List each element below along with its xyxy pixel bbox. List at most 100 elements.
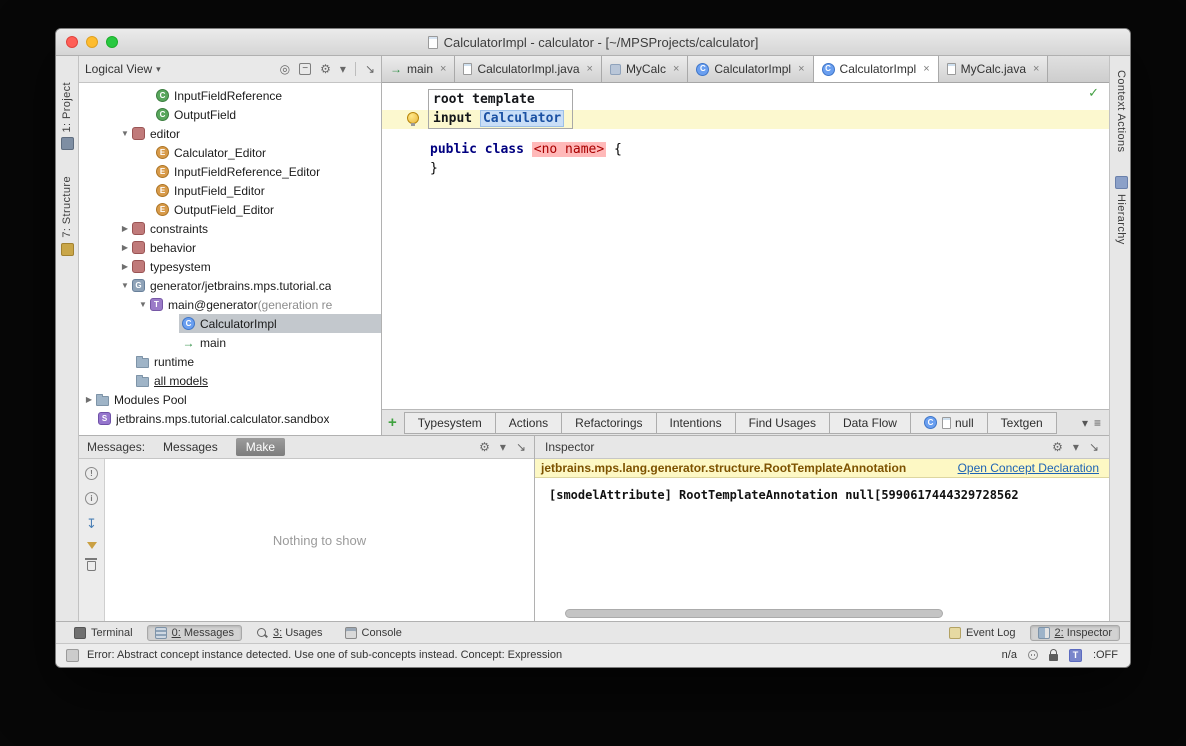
expand-arrow-icon[interactable]: ▼: [118, 129, 132, 138]
tree-item-calculator-editor[interactable]: ECalculator_Editor: [79, 143, 381, 162]
filter-icon[interactable]: [87, 542, 97, 549]
inspections-profile-icon[interactable]: [1028, 650, 1038, 660]
gear-dropdown-icon[interactable]: ▾: [340, 62, 346, 76]
tool-button-structure[interactable]: 7: Structure: [61, 176, 74, 256]
app-window: CalculatorImpl - calculator - [~/MPSProj…: [55, 28, 1131, 668]
open-concept-declaration-link[interactable]: Open Concept Declaration: [958, 461, 1103, 475]
tree-item-editor[interactable]: ▼editor: [79, 124, 381, 143]
close-tab-icon[interactable]: ×: [673, 63, 679, 75]
hide-panel-icon[interactable]: ↘: [365, 62, 375, 76]
toolwindow-inspector[interactable]: 2: Inspector: [1030, 625, 1121, 641]
aspect-strip-controls: ▾ ≡: [1078, 410, 1105, 435]
tree-item-typesystem[interactable]: ▶typesystem: [79, 257, 381, 276]
tree-item-sandbox[interactable]: Sjetbrains.mps.tutorial.calculator.sandb…: [79, 409, 381, 428]
expand-arrow-icon[interactable]: ▼: [118, 281, 132, 290]
add-aspect-icon[interactable]: +: [388, 415, 397, 430]
toolwindow-messages[interactable]: 0: Messages: [147, 625, 242, 641]
gear-icon[interactable]: ⚙: [320, 62, 331, 76]
collapse-all-icon[interactable]: −: [299, 63, 311, 75]
input-keyword[interactable]: input: [433, 111, 472, 126]
root-template-cell[interactable]: root template input Calculator: [428, 89, 573, 129]
editor-tab-main[interactable]: →main×: [382, 56, 455, 82]
aspect-tab-intentions[interactable]: Intentions: [656, 412, 736, 434]
gear-icon[interactable]: ⚙: [1052, 440, 1063, 454]
export-icon[interactable]: ↧: [86, 517, 97, 530]
tree-item-inputfieldreference-editor[interactable]: EInputFieldReference_Editor: [79, 162, 381, 181]
aspect-tab-textgen[interactable]: Textgen: [987, 412, 1057, 434]
view-selector-caret-icon[interactable]: ▾: [156, 64, 161, 75]
aspect-tab-find-usages[interactable]: Find Usages: [735, 412, 830, 434]
typesystem-badge[interactable]: T: [1069, 649, 1082, 662]
gear-icon[interactable]: ⚙: [479, 440, 490, 454]
write-lock-icon[interactable]: [1049, 654, 1058, 661]
tool-button-context-actions[interactable]: Context Actions: [1115, 70, 1127, 152]
tree-item-inputfield-editor[interactable]: EInputField_Editor: [79, 181, 381, 200]
tree-item-behavior[interactable]: ▶behavior: [79, 238, 381, 257]
code-editor[interactable]: root template input Calculator public cl…: [382, 83, 1109, 409]
class-icon: C: [182, 317, 195, 330]
root-template-keyword[interactable]: root template: [433, 92, 535, 107]
tree-item-main-generator[interactable]: ▼Tmain@generator (generation re: [79, 295, 381, 314]
editor-tab-mycalc-java[interactable]: MyCalc.java×: [939, 56, 1049, 82]
tree-item-modules-pool[interactable]: ▶Modules Pool: [79, 390, 381, 409]
inspector-panel: Inspector ⚙▾ ↘ jetbrains.mps.lang.genera…: [534, 435, 1109, 621]
toolwindow-event-log[interactable]: Event Log: [941, 625, 1024, 641]
tree-item-calculatorimpl[interactable]: CCalculatorImpl: [79, 314, 381, 333]
locate-icon[interactable]: ◎: [280, 62, 290, 76]
hide-panel-icon[interactable]: ↘: [516, 440, 526, 454]
inspector-title: Inspector: [545, 440, 594, 454]
inspector-content[interactable]: [smodelAttribute] RootTemplateAnnotation…: [535, 478, 1109, 621]
aspect-tab-data-flow[interactable]: Data Flow: [829, 412, 911, 434]
tree-item-main[interactable]: →main: [79, 333, 381, 352]
close-tab-icon[interactable]: ×: [798, 63, 804, 75]
intention-bulb-icon[interactable]: [407, 112, 419, 124]
collapse-arrow-icon[interactable]: ▶: [118, 243, 132, 252]
horizontal-scrollbar[interactable]: [543, 609, 1099, 618]
gear-dropdown-icon[interactable]: ▾: [1073, 440, 1079, 454]
close-tab-icon[interactable]: ×: [1033, 63, 1039, 75]
aspect-tab-refactorings[interactable]: Refactorings: [561, 412, 656, 434]
hide-panel-icon[interactable]: ↘: [1089, 440, 1099, 454]
expand-arrow-icon[interactable]: ▼: [136, 300, 150, 309]
tree-item-constraints[interactable]: ▶constraints: [79, 219, 381, 238]
tree-item-inputfieldreference[interactable]: CInputFieldReference: [79, 86, 381, 105]
background-tasks-icon[interactable]: [66, 649, 79, 662]
aspect-tab-null[interactable]: Cnull: [910, 412, 988, 434]
tree-item-outputfield-editor[interactable]: EOutputField_Editor: [79, 200, 381, 219]
messages-tab-messages[interactable]: Messages: [153, 438, 228, 456]
close-tab-icon[interactable]: ×: [587, 63, 593, 75]
tree-item-outputfield[interactable]: COutputField: [79, 105, 381, 124]
chevron-down-icon[interactable]: ▾: [1082, 416, 1088, 430]
messages-tab-make[interactable]: Make: [236, 438, 285, 456]
tree-item-generator[interactable]: ▼Ggenerator/jetbrains.mps.tutorial.ca: [79, 276, 381, 295]
editor-tab-calculatorimpl-java[interactable]: CalculatorImpl.java×: [455, 56, 601, 82]
view-selector[interactable]: Logical View: [85, 62, 152, 76]
tree-item-all-models[interactable]: all models: [79, 371, 381, 390]
info-filter-icon[interactable]: i: [85, 492, 98, 505]
tool-button-hierarchy[interactable]: Hierarchy: [1115, 176, 1128, 245]
aspect-tab-typesystem[interactable]: Typesystem: [404, 412, 496, 434]
tree-item-runtime[interactable]: runtime: [79, 352, 381, 371]
close-tab-icon[interactable]: ×: [923, 63, 929, 75]
class-keywords[interactable]: public class: [430, 142, 524, 157]
inspection-status-check-icon[interactable]: ✓: [1088, 86, 1099, 101]
input-reference-cell[interactable]: Calculator: [480, 110, 564, 127]
toolwindow-console[interactable]: Console: [337, 625, 410, 641]
aspect-tab-actions[interactable]: Actions: [495, 412, 562, 434]
toolwindow-terminal[interactable]: Terminal: [66, 625, 141, 641]
collapse-arrow-icon[interactable]: ▶: [118, 224, 132, 233]
clear-all-icon[interactable]: [87, 561, 96, 571]
collapse-arrow-icon[interactable]: ▶: [118, 262, 132, 271]
close-tab-icon[interactable]: ×: [440, 63, 446, 75]
gear-dropdown-icon[interactable]: ▾: [500, 440, 506, 454]
toolwindow-usages[interactable]: 3: Usages: [248, 625, 331, 641]
error-filter-icon[interactable]: !: [85, 467, 98, 480]
collapse-arrow-icon[interactable]: ▶: [82, 395, 96, 404]
editor-tab-calculatorimpl-1[interactable]: CCalculatorImpl×: [688, 56, 813, 82]
scrollbar-thumb[interactable]: [565, 609, 943, 618]
editor-tab-mycalc[interactable]: MyCalc×: [602, 56, 688, 82]
tool-button-project[interactable]: 1: Project: [61, 82, 74, 150]
class-name-error-cell[interactable]: <no name>: [532, 142, 606, 157]
tab-list-icon[interactable]: ≡: [1094, 416, 1101, 430]
editor-tab-calculatorimpl-2[interactable]: CCalculatorImpl×: [814, 56, 939, 82]
